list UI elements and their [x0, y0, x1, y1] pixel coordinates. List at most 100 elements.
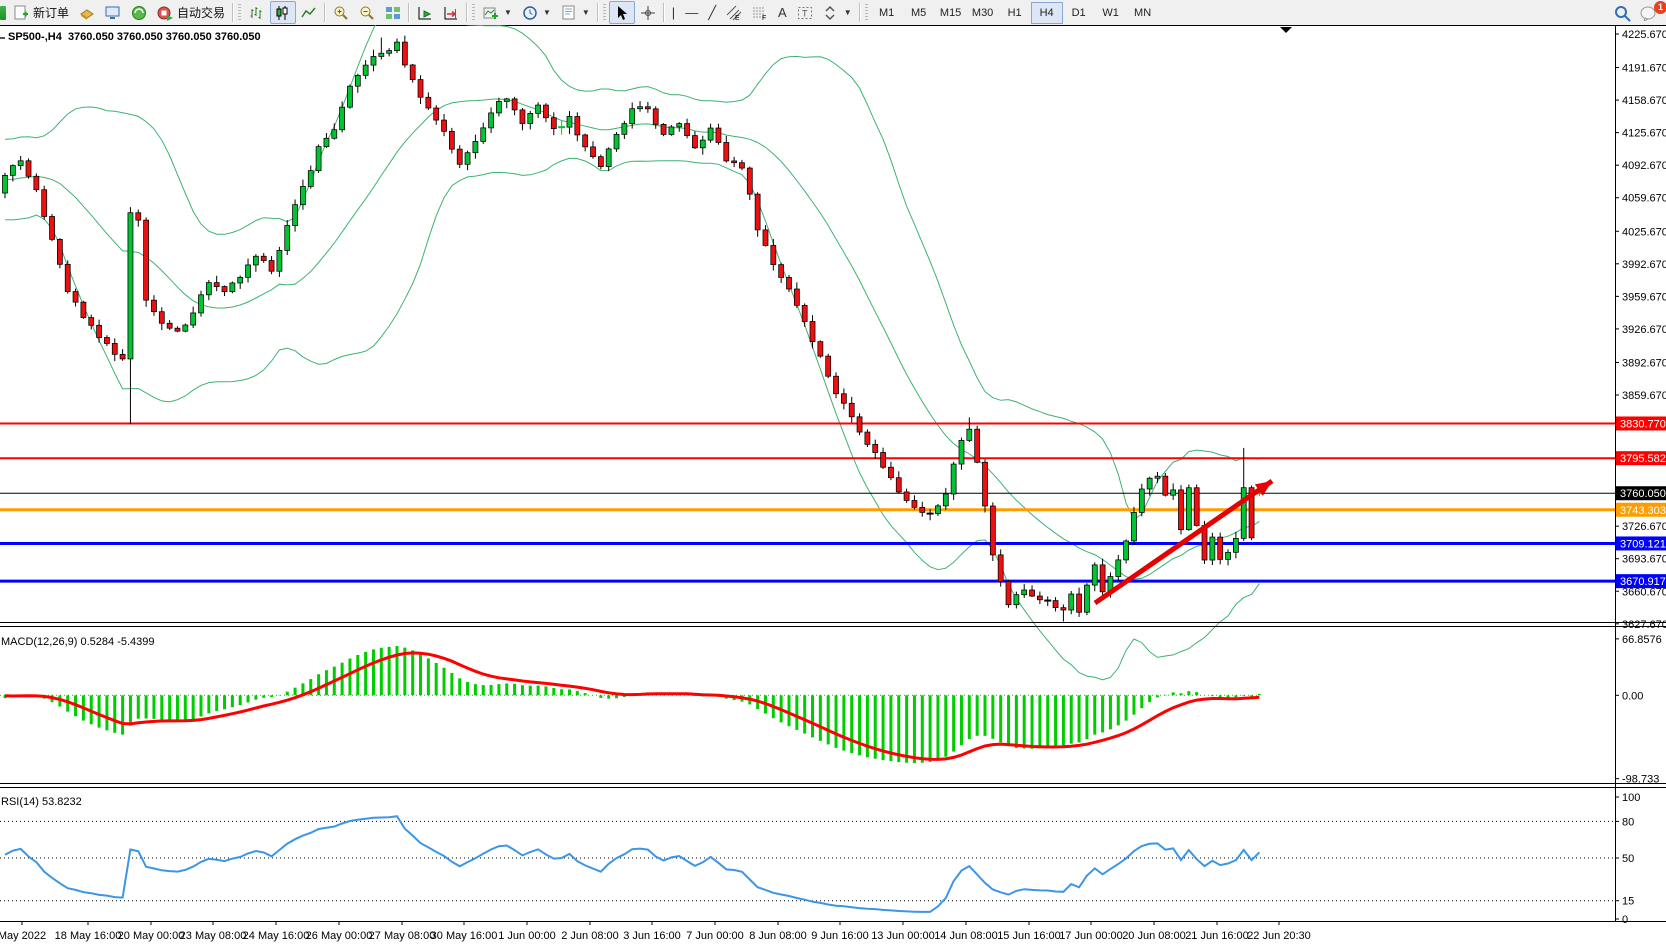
arrows-tool-button[interactable]: ▼ — [818, 1, 857, 24]
trendline-icon: ╱ — [708, 5, 716, 21]
timeframe-w1-button[interactable]: W1 — [1095, 2, 1127, 24]
toolbar-grip — [865, 4, 868, 21]
timeframe-d1-button[interactable]: D1 — [1063, 2, 1095, 24]
text-tool-button[interactable]: A — [773, 1, 792, 24]
zoom-out-icon — [359, 5, 375, 21]
auto-scroll-button[interactable] — [412, 1, 438, 24]
chart-shift-button[interactable] — [438, 1, 464, 24]
axis-tick-label: 4191.670 — [1622, 63, 1666, 75]
text-label-icon: T — [797, 5, 813, 21]
candle — [818, 340, 823, 357]
text-label-tool-button[interactable]: T — [792, 1, 818, 24]
templates-button[interactable]: ▼ — [556, 1, 595, 24]
time-axis-label: 27 May 08:00 — [369, 930, 436, 942]
new-order-icon — [13, 5, 29, 21]
zoom-out-button[interactable] — [354, 1, 380, 24]
candle — [34, 173, 39, 192]
timeframe-m30-button[interactable]: M30 — [967, 2, 999, 24]
charts-button[interactable] — [74, 1, 100, 24]
candle — [347, 85, 352, 109]
time-axis-label: 30 May 16:00 — [431, 930, 498, 942]
trendline-tool-button[interactable]: ╱ — [703, 1, 721, 24]
ohlc-values: 3760.050 3760.050 3760.050 3760.050 — [68, 31, 261, 43]
fibonacci-icon: F — [752, 5, 768, 21]
indicators-button[interactable]: ▼ — [478, 1, 517, 24]
crosshair-icon — [640, 5, 656, 21]
time-axis-label: 21 Jun 16:00 — [1185, 930, 1249, 942]
cursor-icon — [614, 5, 630, 21]
equidistant-channel-icon: E — [726, 5, 742, 21]
timeframe-m1-button[interactable]: M1 — [871, 2, 903, 24]
line-chart-mode-button[interactable] — [296, 1, 322, 24]
zoom-in-button[interactable] — [328, 1, 354, 24]
timeframe-h4-button[interactable]: H4 — [1031, 2, 1063, 24]
auto-trading-button[interactable]: 自动交易 — [152, 1, 230, 24]
candle-chart-mode-button[interactable] — [270, 1, 296, 24]
candle — [1006, 580, 1011, 608]
time-axis-label: 17 Jun 00:00 — [1059, 930, 1123, 942]
candle — [1124, 539, 1129, 563]
time-axis-label: 20 May 00:00 — [118, 930, 185, 942]
candlestick-icon — [275, 5, 291, 21]
arrows-shapes-icon — [823, 5, 839, 21]
toolbar-separator — [408, 3, 410, 22]
candle — [1139, 484, 1144, 516]
template-icon — [561, 5, 577, 21]
candle — [857, 413, 862, 435]
new-order-button[interactable]: 新订单 — [8, 1, 74, 24]
candle — [57, 238, 62, 268]
terminal-button[interactable] — [100, 1, 126, 24]
axis-tick-label: 3859.670 — [1622, 390, 1666, 402]
time-axis-label: 13 Jun 00:00 — [871, 930, 935, 942]
channel-tool-button[interactable]: E — [721, 1, 747, 24]
toolbar-separator — [597, 3, 599, 22]
candle — [1131, 507, 1136, 545]
time-axis-label: 14 Jun 08:00 — [934, 930, 998, 942]
chart-canvas[interactable]: 4225.6704191.6704158.6704125.6704092.670… — [0, 25, 1666, 948]
axis-tick-label: 3892.670 — [1622, 357, 1666, 369]
time-axis-label: 22 Jun 20:30 — [1247, 930, 1311, 942]
axis-tick-label: 4059.670 — [1622, 193, 1666, 205]
axis-tick-label: -98.733 — [1622, 774, 1659, 786]
search-icon[interactable] — [1614, 5, 1630, 21]
candle — [1210, 533, 1215, 565]
connection-button[interactable] — [126, 1, 152, 24]
dropdown-arrow-icon: ▼ — [844, 8, 852, 17]
bar-chart-icon — [249, 5, 265, 21]
dropdown-arrow-icon: ▼ — [504, 8, 512, 17]
new-order-label: 新订单 — [33, 4, 69, 21]
candle — [1194, 484, 1199, 526]
axis-tick-label: 3926.670 — [1622, 324, 1666, 336]
axis-tick-label: 50 — [1622, 853, 1634, 865]
timeframe-m15-button[interactable]: M15 — [935, 2, 967, 24]
cursor-tool-button[interactable] — [609, 1, 635, 24]
axis-tick-label: 100 — [1622, 792, 1640, 804]
candle — [826, 354, 831, 378]
timeframe-h1-button[interactable]: H1 — [999, 2, 1031, 24]
timeframe-group: M1M5M15M30H1H4D1W1MN — [871, 2, 1159, 24]
periods-button[interactable]: ▼ — [517, 1, 556, 24]
axis-tick-label: 3693.670 — [1622, 554, 1666, 566]
crosshair-tool-button[interactable] — [635, 1, 661, 24]
auto-trading-label: 自动交易 — [177, 4, 225, 21]
tile-windows-button[interactable] — [380, 1, 406, 24]
candle — [50, 214, 55, 241]
candle — [183, 324, 188, 333]
toolbar: 新订单 自动交易 — [0, 0, 1666, 26]
bar-chart-mode-button[interactable] — [244, 1, 270, 24]
terminal-icon — [105, 5, 121, 21]
axis-tick-label: 3627.670 — [1622, 619, 1666, 631]
horizontal-line-tool-button[interactable]: — — [680, 1, 703, 24]
candle — [199, 291, 204, 317]
fibonacci-tool-button[interactable]: F — [747, 1, 773, 24]
vertical-line-tool-button[interactable]: | — [667, 1, 680, 24]
notifications-icon[interactable]: 1 — [1640, 5, 1660, 21]
axis-tick-label: 4125.670 — [1622, 128, 1666, 140]
timeframe-mn-button[interactable]: MN — [1127, 2, 1159, 24]
candle — [975, 426, 980, 464]
candle — [755, 192, 760, 237]
svg-text:T: T — [802, 8, 808, 18]
price-level-label: 3795.582 — [1620, 453, 1666, 465]
timeframe-m5-button[interactable]: M5 — [903, 2, 935, 24]
zoom-in-icon — [333, 5, 349, 21]
